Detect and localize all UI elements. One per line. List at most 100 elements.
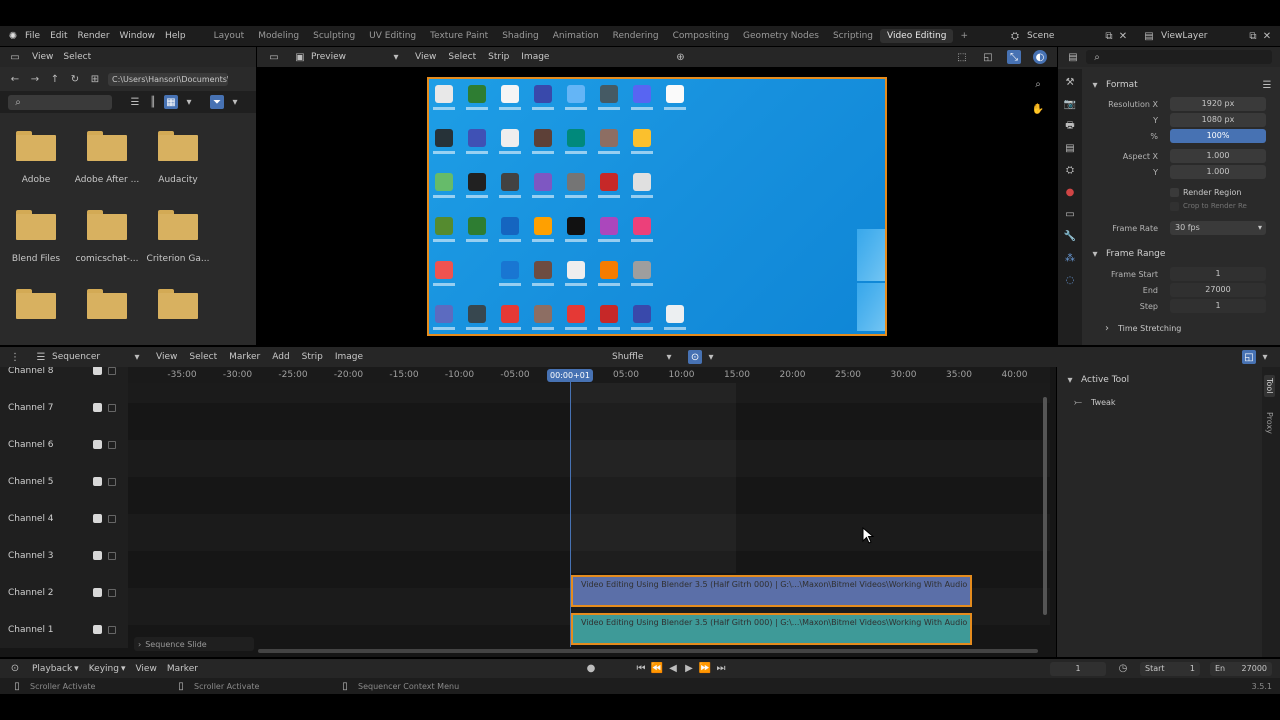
tab-scripting[interactable]: Scripting xyxy=(826,31,880,41)
presets-icon[interactable]: ☰ xyxy=(1260,78,1274,92)
crop-checkbox[interactable] xyxy=(1170,201,1179,211)
filter-icon[interactable]: ⏷ xyxy=(210,95,224,109)
sort-dropdown-icon[interactable]: ▾ xyxy=(182,95,196,109)
menu-window[interactable]: Window xyxy=(115,31,161,41)
tab-rendering[interactable]: Rendering xyxy=(606,31,666,41)
folder-item[interactable] xyxy=(143,283,213,323)
format-title[interactable]: Format xyxy=(1106,80,1138,90)
tab-shading[interactable]: Shading xyxy=(495,31,546,41)
channel-mute-checkbox[interactable] xyxy=(93,477,102,486)
editor-type-icon[interactable]: ▭ xyxy=(8,50,22,64)
tab-modeling[interactable]: Modeling xyxy=(251,31,306,41)
display-thumbnails-icon[interactable]: ▦ xyxy=(164,95,178,109)
folder-item[interactable]: Adobe After ... xyxy=(72,125,142,200)
clock-icon[interactable]: ◷ xyxy=(1116,662,1130,676)
output-tab-icon[interactable]: 🖶 xyxy=(1063,119,1077,133)
chevron-down-icon[interactable]: ▾ xyxy=(1063,373,1077,387)
menu-file[interactable]: File xyxy=(20,31,45,41)
folder-item[interactable]: comicschat-... xyxy=(72,204,142,279)
overlap-mode-dropdown[interactable]: Shuffle ▾ xyxy=(612,350,676,364)
display-horizontal-list-icon[interactable]: ║ xyxy=(146,95,160,109)
menu-playback[interactable]: Playback ▾ xyxy=(32,664,79,674)
current-frame-indicator[interactable]: 00:00+01 xyxy=(547,369,593,382)
channel-mute-checkbox[interactable] xyxy=(93,514,102,523)
preview-image[interactable] xyxy=(427,77,887,336)
preview-mode-dropdown[interactable]: ▣ Preview ▾ xyxy=(293,50,403,64)
editor-type-icon[interactable]: ⊙ xyxy=(8,662,22,676)
channel-mute-checkbox[interactable] xyxy=(93,367,102,375)
resolution-y-field[interactable]: 1080 px xyxy=(1170,113,1266,127)
display-vertical-list-icon[interactable]: ☰ xyxy=(128,95,142,109)
time-stretching-title[interactable]: Time Stretching xyxy=(1118,324,1181,333)
editor-mode-dropdown[interactable]: ☰ Sequencer ▾ xyxy=(34,350,144,364)
jump-end-icon[interactable]: ⏭ xyxy=(714,662,728,676)
tab-layout[interactable]: Layout xyxy=(207,31,252,41)
play-reverse-icon[interactable]: ◀ xyxy=(666,662,680,676)
menu-select[interactable]: Select xyxy=(189,352,217,362)
menu-help[interactable]: Help xyxy=(160,31,191,41)
play-icon[interactable]: ▶ xyxy=(682,662,696,676)
view-layer-tab-icon[interactable]: ▤ xyxy=(1063,141,1077,155)
menu-strip[interactable]: Strip xyxy=(302,352,323,362)
add-workspace-button[interactable]: + xyxy=(953,31,975,41)
snap-icon[interactable]: ⊙ xyxy=(688,350,703,364)
tweak-tool-icon[interactable]: ⤚ xyxy=(1071,395,1085,409)
menu-view[interactable]: View xyxy=(32,52,53,62)
horizontal-scrollbar[interactable] xyxy=(258,649,1038,653)
menu-keying[interactable]: Keying ▾ xyxy=(89,664,126,674)
menu-view[interactable]: View xyxy=(415,52,436,62)
filter-options-icon[interactable]: ▾ xyxy=(228,95,242,109)
previous-keyframe-icon[interactable]: ⏪ xyxy=(650,662,664,676)
menu-marker[interactable]: Marker xyxy=(229,352,260,362)
frame-end-field[interactable]: 27000 xyxy=(1170,283,1266,297)
new-view-layer-icon[interactable]: ⧉ xyxy=(1246,29,1260,43)
resolution-percent-field[interactable]: 100% xyxy=(1170,129,1266,143)
folder-item[interactable] xyxy=(72,283,142,323)
tab-video-editing[interactable]: Video Editing xyxy=(880,29,954,43)
lock-icon[interactable] xyxy=(108,477,116,486)
menu-add[interactable]: Add xyxy=(272,352,289,362)
tab-tool[interactable]: Tool xyxy=(1264,375,1275,397)
chevron-down-icon[interactable]: ▾ xyxy=(1088,247,1102,261)
folder-item[interactable]: Blend Files xyxy=(1,204,71,279)
menu-view[interactable]: View xyxy=(135,664,156,674)
end-frame-field[interactable]: En 27000 xyxy=(1210,661,1272,676)
render-tab-icon[interactable]: 📷 xyxy=(1063,97,1077,111)
lock-icon[interactable] xyxy=(108,551,116,560)
snap-options-icon[interactable]: ▾ xyxy=(704,350,718,364)
folder-item[interactable] xyxy=(1,283,71,323)
properties-search[interactable]: ⌕ xyxy=(1086,50,1272,64)
channel-mute-checkbox[interactable] xyxy=(93,588,102,597)
search-field[interactable]: ⌕ xyxy=(8,94,112,110)
view-layer-icon[interactable]: ▤ xyxy=(1142,29,1156,43)
path-field[interactable]: C:\Users\Hansori\Documents\ xyxy=(108,72,228,86)
display-channels-icon[interactable]: ⬚ xyxy=(955,50,969,64)
channel-mute-checkbox[interactable] xyxy=(93,551,102,560)
vertical-scrollbar[interactable] xyxy=(1043,397,1047,615)
tab-proxy[interactable]: Proxy xyxy=(1264,409,1275,437)
frame-start-field[interactable]: 1 xyxy=(1170,267,1266,281)
channel-mute-checkbox[interactable] xyxy=(93,625,102,634)
chevron-right-icon[interactable]: › xyxy=(1100,321,1114,335)
tab-texture-paint[interactable]: Texture Paint xyxy=(423,31,495,41)
audio-strip[interactable]: Video Editing Using Blender 3.5 (Half Gi… xyxy=(571,613,972,645)
editor-type-icon[interactable]: ⋮ xyxy=(8,350,22,364)
tab-compositing[interactable]: Compositing xyxy=(666,31,736,41)
collection-tab-icon[interactable]: ▭ xyxy=(1063,207,1077,221)
scene-icon[interactable]: ⛭ xyxy=(1008,29,1022,43)
physics-tab-icon[interactable]: ◌ xyxy=(1063,273,1077,287)
frame-step-field[interactable]: 1 xyxy=(1170,299,1266,313)
menu-edit[interactable]: Edit xyxy=(45,31,72,41)
world-tab-icon[interactable]: ● xyxy=(1063,185,1077,199)
menu-strip[interactable]: Strip xyxy=(488,52,509,62)
tab-sculpting[interactable]: Sculpting xyxy=(306,31,362,41)
folder-item[interactable]: Criterion Ga... xyxy=(143,204,213,279)
folder-item[interactable]: Adobe xyxy=(1,125,71,200)
delete-scene-icon[interactable]: ✕ xyxy=(1116,29,1130,43)
pivot-icon[interactable]: ⊕ xyxy=(673,50,687,64)
new-folder-icon[interactable]: ⊞ xyxy=(88,72,102,86)
tab-animation[interactable]: Animation xyxy=(546,31,606,41)
refresh-icon[interactable]: ↻ xyxy=(68,72,82,86)
overlay-icon[interactable]: ◱ xyxy=(1242,350,1256,364)
menu-view[interactable]: View xyxy=(156,352,177,362)
